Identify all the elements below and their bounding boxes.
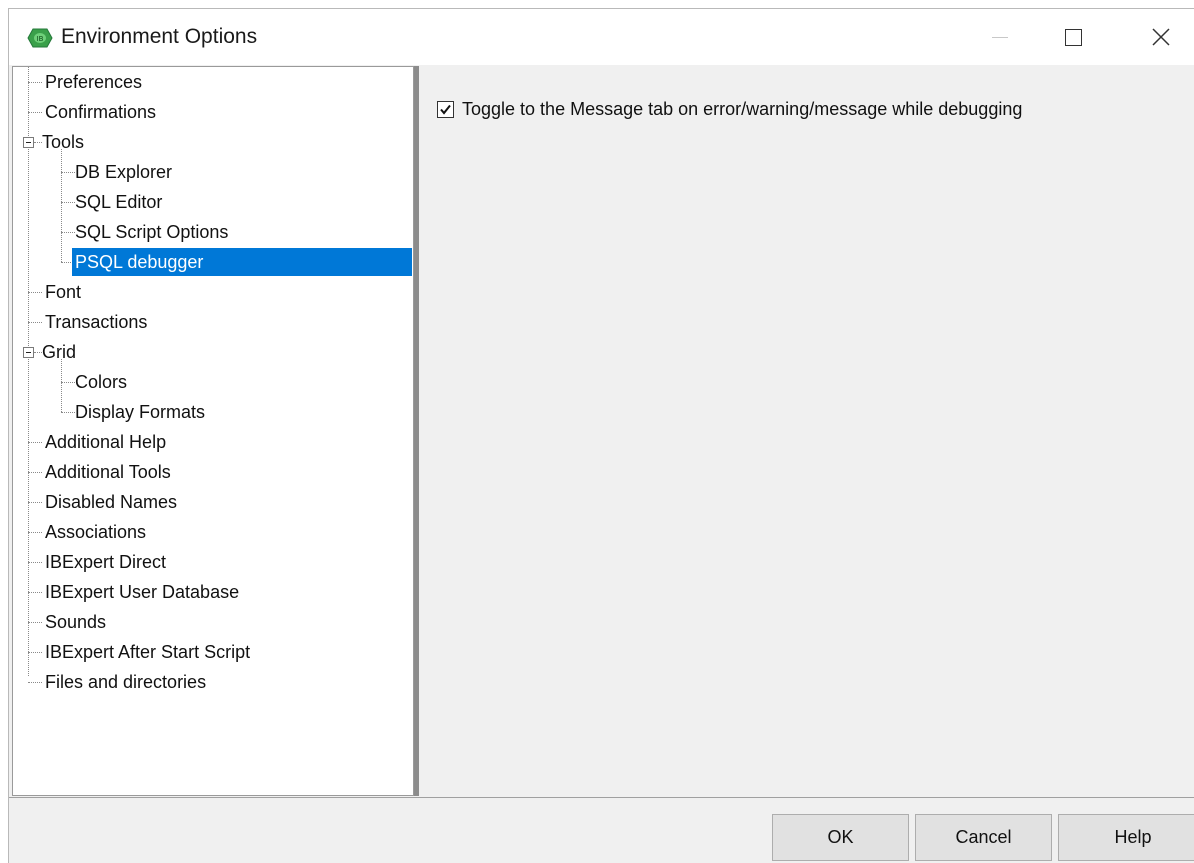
- tree-item-disabled-names[interactable]: Disabled Names: [42, 488, 180, 516]
- tree-item-tools[interactable]: Tools: [39, 128, 87, 156]
- tree-connector: [28, 322, 42, 323]
- tree-item-psql-debugger[interactable]: PSQL debugger: [72, 248, 412, 276]
- toggle-message-tab-label: Toggle to the Message tab on error/warni…: [462, 99, 1023, 119]
- toggle-message-tab-checkbox[interactable]: [437, 101, 454, 118]
- tree-item-colors[interactable]: Colors: [72, 368, 130, 396]
- tree-item-font[interactable]: Font: [42, 278, 84, 306]
- close-button[interactable]: [1138, 9, 1184, 65]
- tree-connector: [28, 82, 42, 83]
- tree-item-ibexpert-direct[interactable]: IBExpert Direct: [42, 548, 169, 576]
- tree-tools-children-line: [61, 149, 62, 262]
- tree-connector: [28, 292, 42, 293]
- tree-item-grid[interactable]: Grid: [39, 338, 79, 366]
- maximize-button[interactable]: [1050, 9, 1096, 65]
- tree-item-sounds[interactable]: Sounds: [42, 608, 109, 636]
- tree-root-line: [28, 67, 29, 676]
- toggle-message-tab-option[interactable]: Toggle to the Message tab on error/warni…: [437, 99, 1022, 120]
- tree-item-ibexpert-after-start-script[interactable]: IBExpert After Start Script: [42, 638, 253, 666]
- tree-connector: [28, 622, 42, 623]
- tree-connector: [28, 532, 42, 533]
- tree-item-transactions[interactable]: Transactions: [42, 308, 150, 336]
- cancel-button[interactable]: Cancel: [915, 814, 1052, 861]
- tree-item-ibexpert-user-database[interactable]: IBExpert User Database: [42, 578, 242, 606]
- checkmark-icon: [440, 104, 451, 115]
- ok-button[interactable]: OK: [772, 814, 909, 861]
- tree-item-display-formats[interactable]: Display Formats: [72, 398, 208, 426]
- tree-item-sql-script-options[interactable]: SQL Script Options: [72, 218, 231, 246]
- collapse-grid-icon[interactable]: [23, 347, 34, 358]
- close-icon: [1152, 28, 1170, 46]
- minimize-button[interactable]: [977, 9, 1023, 65]
- window-title: Environment Options: [61, 25, 258, 48]
- tree-grid-children-line: [61, 359, 62, 412]
- ibexpert-logo-icon: IB: [27, 28, 53, 48]
- tree-connector: [28, 442, 42, 443]
- tree-connector: [28, 652, 42, 653]
- minimize-icon: [992, 36, 1008, 38]
- tree-item-sql-editor[interactable]: SQL Editor: [72, 188, 165, 216]
- maximize-icon: [1064, 28, 1082, 46]
- tree-connector: [28, 112, 42, 113]
- svg-text:IB: IB: [37, 35, 44, 43]
- tree-item-associations[interactable]: Associations: [42, 518, 149, 546]
- environment-options-dialog: IB Environment Options Preferences Confi…: [8, 8, 1194, 863]
- footer-divider: [9, 797, 1194, 798]
- tree-item-confirmations[interactable]: Confirmations: [42, 98, 159, 126]
- title-bar[interactable]: IB Environment Options: [9, 9, 1194, 65]
- tree-item-files-and-directories[interactable]: Files and directories: [42, 668, 209, 696]
- tree-item-additional-help[interactable]: Additional Help: [42, 428, 169, 456]
- tree-item-db-explorer[interactable]: DB Explorer: [72, 158, 175, 186]
- tree-connector: [28, 592, 42, 593]
- tree-connector: [28, 682, 42, 683]
- tree-item-additional-tools[interactable]: Additional Tools: [42, 458, 174, 486]
- tree-item-preferences[interactable]: Preferences: [42, 68, 145, 96]
- help-button[interactable]: Help: [1058, 814, 1194, 861]
- tree-connector: [28, 562, 42, 563]
- tree-connector: [28, 472, 42, 473]
- options-tree[interactable]: Preferences Confirmations Tools DB Explo…: [12, 66, 414, 796]
- tree-connector: [28, 502, 42, 503]
- options-content-panel: Toggle to the Message tab on error/warni…: [419, 66, 1194, 796]
- collapse-tools-icon[interactable]: [23, 137, 34, 148]
